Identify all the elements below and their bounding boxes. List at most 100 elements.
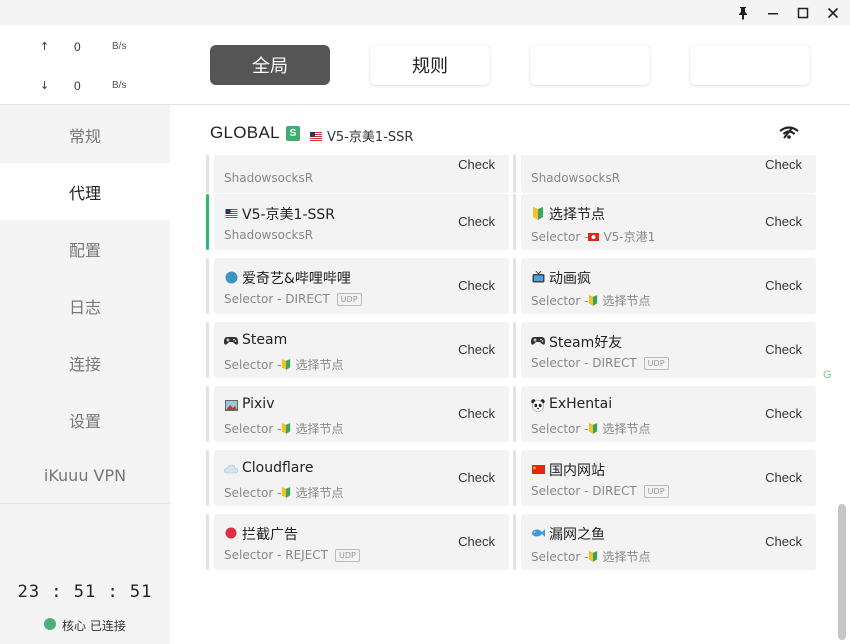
proxy-now: V5-京港1 [603,230,656,244]
proxy-card[interactable]: 漏网之鱼 Selector - 选择节点 Check [513,514,816,570]
mode-bar: 全局 规则 [170,25,850,105]
proxy-card[interactable]: Cloudflare Selector - 选择节点 Check [206,450,509,506]
check-button[interactable]: Check [765,214,802,229]
mode-rule-button[interactable]: 规则 [370,45,490,85]
proxy-type: Selector - [531,421,589,436]
download-unit: B/s [112,80,127,91]
download-value: 0 [74,79,81,93]
proxy-card[interactable]: Pixiv Selector - 选择节点 Check [206,386,509,442]
proxy-name: 选择节点 [549,207,605,223]
mode-global-button[interactable]: 全局 [210,45,330,85]
sidebar-item-ikuuu-vpn[interactable]: iKuuu VPN [0,447,170,504]
proxy-type: Selector - [531,293,589,308]
upload-unit: B/s [112,41,127,52]
proxy-type: Selector - REJECT [224,548,329,562]
group-name: GLOBAL [210,123,280,142]
gamepad-icon [531,334,545,348]
download-speed: ↓ 0 B/s [0,76,170,96]
proxy-type: Selector - [224,421,282,436]
beginner-icon [588,423,598,434]
check-button[interactable]: Check [458,406,495,421]
proxy-type: Selector - DIRECT [224,292,330,306]
proxy-card[interactable]: Steam Selector - 选择节点 Check [206,322,509,378]
proxy-detail: Selector - 选择节点 [224,420,343,437]
proxy-type: Selector - [531,229,589,244]
pin-icon[interactable] [733,3,753,23]
proxy-card[interactable]: ExHentai Selector - 选择节点 Check [513,386,816,442]
proxy-card-selected[interactable]: V5-京美1-SSR ShadowsocksR Check [206,194,509,250]
proxy-name: 拦截广告 [242,527,298,543]
check-button[interactable]: Check [458,342,495,357]
check-button[interactable]: Check [458,470,495,485]
proxy-name: 国内网站 [549,463,605,479]
group-type-badge: S [286,126,300,141]
proxy-type: ShadowsocksR [531,171,621,185]
sidebar-item-connections[interactable]: 连接 [0,334,170,391]
proxy-group-header[interactable]: GLOBAL S V5-京美1-SSR [210,118,810,150]
proxy-type: ShadowsocksR [224,171,314,185]
proxy-detail: Selector - 选择节点 [531,548,650,565]
mode-button-3[interactable] [530,45,650,85]
maximize-icon[interactable] [793,3,813,23]
udp-badge: UDP [336,292,362,306]
latency-test-icon[interactable] [779,125,799,144]
beginner-icon [281,423,291,434]
beginner-icon [588,551,598,562]
check-button[interactable]: Check [458,214,495,229]
scrollbar-thumb[interactable] [838,504,846,640]
proxy-type: Selector - DIRECT [531,356,637,370]
status-dot-icon [44,618,56,630]
check-button[interactable]: Check [458,157,495,172]
proxy-detail: Selector - 选择节点 [531,292,650,309]
upload-arrow-icon: ↑ [40,40,50,53]
proxy-now: 选择节点 [295,422,344,436]
core-status-text: 核心 已连接 [62,619,126,633]
check-button[interactable]: Check [765,342,802,357]
udp-badge: UDP [643,356,669,370]
proxy-card[interactable]: 国内网站 Selector - DIRECT UDP Check [513,450,816,506]
check-button[interactable]: Check [765,470,802,485]
side-letter: G [823,369,832,381]
mode-button-4[interactable] [690,45,810,85]
proxy-card[interactable]: Steam好友 Selector - DIRECT UDP Check [513,322,816,378]
sidebar-divider [0,503,170,504]
proxy-card[interactable]: ShadowsocksR Check [513,155,816,193]
proxy-detail: Selector - V5-京港1 [531,228,655,245]
proxy-name: ExHentai [549,396,613,412]
us-flag-icon [224,206,238,220]
beginner-icon [281,487,291,498]
sidebar-item-proxy[interactable]: 代理 [0,163,170,220]
sidebar-item-logs[interactable]: 日志 [0,277,170,334]
proxy-card[interactable]: ShadowsocksR Check [206,155,509,193]
proxy-detail: Selector - DIRECT UDP [531,484,669,498]
check-button[interactable]: Check [765,406,802,421]
hk-flag-icon [588,232,600,241]
check-button[interactable]: Check [765,157,802,172]
sidebar-item-settings[interactable]: 设置 [0,391,170,448]
proxy-card[interactable]: 选择节点 Selector - V5-京港1 Check [513,194,816,250]
proxy-now: 选择节点 [602,422,651,436]
check-button[interactable]: Check [458,278,495,293]
beginner-icon [588,295,598,306]
check-button[interactable]: Check [458,534,495,549]
check-button[interactable]: Check [765,534,802,549]
clock: 23 : 51 : 51 [17,582,153,602]
cn-flag-icon [531,462,545,476]
proxy-card[interactable]: 爱奇艺&哔哩哔哩 Selector - DIRECT UDP Check [206,258,509,314]
proxy-detail: Selector - DIRECT UDP [531,356,669,370]
proxy-card[interactable]: 动画疯 Selector - 选择节点 Check [513,258,816,314]
proxy-name: 漏网之鱼 [549,527,605,543]
check-button[interactable]: Check [765,278,802,293]
proxy-detail: Selector - DIRECT UDP [224,292,362,306]
us-flag-icon [310,128,322,146]
cloud-icon [224,462,238,476]
proxy-type: Selector - [531,549,589,564]
sidebar-item-profiles[interactable]: 配置 [0,220,170,277]
proxy-card[interactable]: 拦截广告 Selector - REJECT UDP Check [206,514,509,570]
minimize-icon[interactable] [763,3,783,23]
proxy-detail: Selector - REJECT UDP [224,548,360,562]
close-icon[interactable] [823,3,843,23]
sidebar-item-general[interactable]: 常规 [0,106,170,163]
group-current-proxy: V5-京美1-SSR [327,130,414,145]
red-circle-icon [224,526,238,540]
